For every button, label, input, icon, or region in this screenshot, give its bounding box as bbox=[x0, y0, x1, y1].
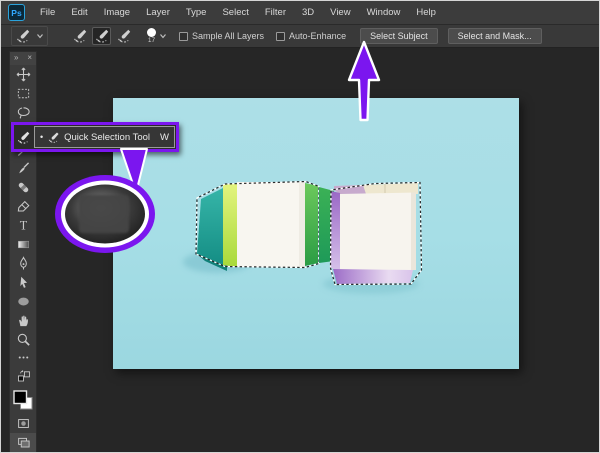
new-selection-button[interactable] bbox=[70, 27, 89, 45]
selection-mode-group bbox=[70, 27, 133, 45]
pen-icon bbox=[19, 256, 27, 270]
menu-view[interactable]: View bbox=[322, 1, 358, 25]
select-subject-arrow bbox=[347, 40, 381, 122]
photoshop-logo-icon[interactable]: Ps bbox=[8, 4, 25, 21]
tool-shortcut-label: W bbox=[160, 131, 169, 143]
brush-size-indicator[interactable]: 17 bbox=[147, 27, 156, 45]
menu-layer[interactable]: Layer bbox=[138, 1, 178, 25]
tool-spot-healing-brush[interactable] bbox=[10, 178, 36, 197]
foreground-background-colors-icon bbox=[13, 390, 33, 410]
menu-window[interactable]: Window bbox=[359, 1, 409, 25]
move-icon bbox=[16, 67, 30, 82]
brush-options-chevron-icon[interactable] bbox=[159, 32, 167, 40]
add-to-selection-button[interactable] bbox=[92, 27, 111, 45]
menu-bar: Ps File Edit Image Layer Type Select Fil… bbox=[1, 1, 599, 25]
tool-screen-mode[interactable] bbox=[10, 433, 36, 452]
magnifier-bubble bbox=[55, 148, 173, 261]
tool-preset-picker[interactable] bbox=[11, 26, 48, 46]
tool-edit-toolbar[interactable] bbox=[10, 349, 36, 368]
swap-colors-icon bbox=[17, 370, 30, 382]
tool-brush[interactable] bbox=[10, 159, 36, 178]
tool-lasso[interactable] bbox=[10, 103, 36, 122]
menu-edit[interactable]: Edit bbox=[63, 1, 95, 25]
quick-mask-mode-icon bbox=[17, 419, 29, 429]
tools-panel-header: » × bbox=[10, 52, 36, 65]
tool-type[interactable]: T bbox=[10, 216, 36, 235]
quick-selection-icon bbox=[16, 130, 31, 145]
menu-3d[interactable]: 3D bbox=[294, 1, 322, 25]
active-tool-bullet: • bbox=[39, 132, 44, 142]
auto-enhance-option[interactable]: Auto-Enhance bbox=[276, 31, 346, 41]
quick-selection-icon bbox=[15, 28, 31, 44]
tool-rectangular-marquee[interactable] bbox=[10, 84, 36, 103]
options-bar: 17 Sample All Layers Auto-Enhance Select… bbox=[1, 25, 599, 48]
type-tool-icon: T bbox=[19, 219, 27, 233]
chevron-down-icon bbox=[37, 34, 43, 39]
tool-hand[interactable] bbox=[10, 311, 36, 330]
eraser-icon bbox=[17, 201, 29, 212]
tool-quick-mask-mode[interactable] bbox=[10, 414, 36, 433]
menu-image[interactable]: Image bbox=[96, 1, 138, 25]
tool-zoom[interactable] bbox=[10, 330, 36, 349]
subtract-from-selection-button[interactable] bbox=[114, 27, 133, 45]
hand-icon bbox=[18, 315, 28, 326]
tool-swap-colors[interactable] bbox=[10, 367, 36, 386]
tool-pen[interactable] bbox=[10, 254, 36, 273]
menu-help[interactable]: Help bbox=[408, 1, 444, 25]
add-to-selection-icon bbox=[94, 28, 110, 44]
gradient-icon bbox=[17, 240, 29, 249]
menu-file[interactable]: File bbox=[32, 1, 63, 25]
brush-icon bbox=[18, 162, 29, 174]
close-panel-icon[interactable]: × bbox=[27, 54, 32, 62]
rectangular-marquee-icon bbox=[17, 88, 29, 98]
menu-select[interactable]: Select bbox=[214, 1, 256, 25]
tool-gradient[interactable] bbox=[10, 235, 36, 254]
select-and-mask-button[interactable]: Select and Mask... bbox=[447, 28, 542, 44]
sample-all-layers-checkbox[interactable] bbox=[179, 31, 188, 41]
tool-direct-selection[interactable] bbox=[10, 273, 36, 292]
subtract-from-selection-icon bbox=[116, 28, 132, 44]
lasso-icon bbox=[17, 107, 30, 119]
direct-selection-icon bbox=[19, 276, 27, 288]
tool-foreground-background-colors[interactable] bbox=[10, 386, 36, 414]
menu-type[interactable]: Type bbox=[178, 1, 215, 25]
zoom-icon bbox=[17, 333, 30, 346]
new-selection-icon bbox=[72, 28, 88, 44]
photoshop-window: Ps File Edit Image Layer Type Select Fil… bbox=[0, 0, 600, 453]
spot-healing-brush-icon bbox=[18, 183, 28, 193]
brush-size-value: 17 bbox=[147, 36, 156, 44]
auto-enhance-checkbox[interactable] bbox=[276, 31, 286, 41]
quick-selection-icon bbox=[47, 131, 60, 144]
sample-all-layers-option[interactable]: Sample All Layers bbox=[179, 31, 264, 41]
ellipsis-icon bbox=[18, 356, 28, 360]
tools-panel: » × T bbox=[9, 51, 37, 452]
left-notepad bbox=[195, 180, 320, 271]
tool-ellipse-shape[interactable] bbox=[10, 292, 36, 311]
tool-move[interactable] bbox=[10, 65, 36, 84]
screen-mode-icon bbox=[17, 437, 30, 448]
tool-eraser[interactable] bbox=[10, 197, 36, 216]
brush-preview-dot bbox=[147, 27, 156, 37]
right-notepad bbox=[319, 181, 423, 286]
sample-all-layers-label: Sample All Layers bbox=[192, 31, 265, 41]
auto-enhance-label: Auto-Enhance bbox=[289, 31, 347, 41]
ellipse-shape-icon bbox=[17, 297, 29, 306]
tool-name-label: Quick Selection Tool bbox=[64, 131, 151, 143]
toolbar-quick-selection-button[interactable] bbox=[14, 125, 34, 149]
svg-text:T: T bbox=[19, 219, 27, 233]
collapse-panel-icon[interactable]: » bbox=[14, 54, 18, 62]
menu-filter[interactable]: Filter bbox=[257, 1, 294, 25]
